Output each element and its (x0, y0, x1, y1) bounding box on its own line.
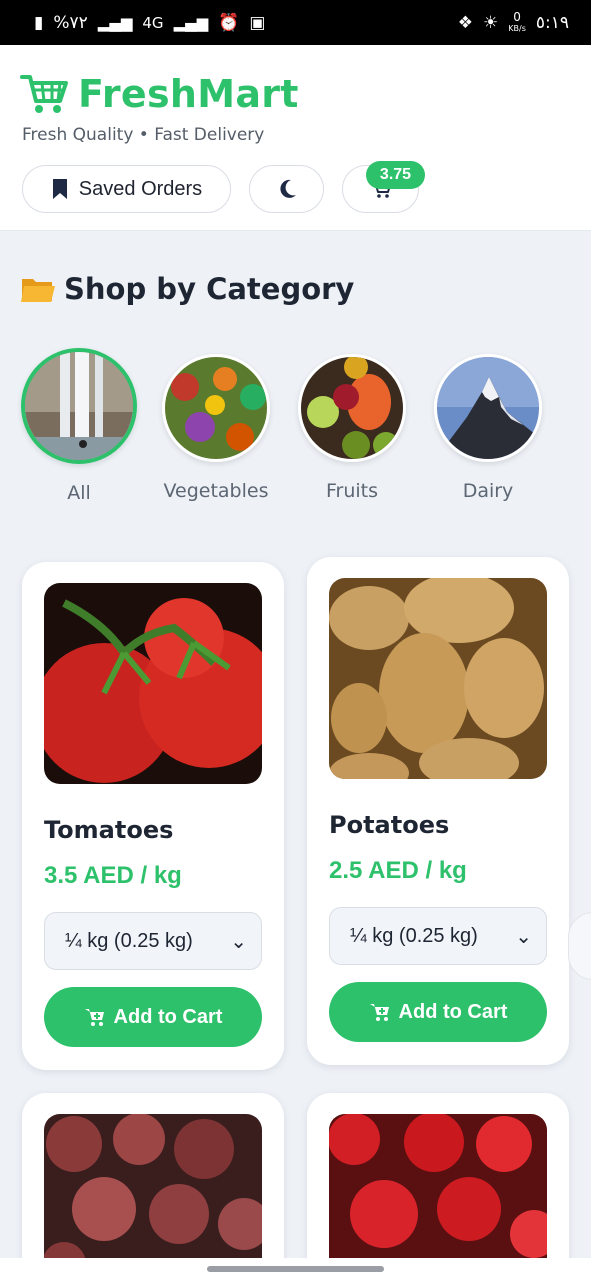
quantity-select[interactable]: ¼ kg (0.25 kg) ⌄ (329, 907, 547, 965)
alarm-icon: ⏰ (218, 12, 240, 33)
product-card-apples (307, 1093, 569, 1274)
saved-orders-label: Saved Orders (78, 177, 203, 200)
product-card-tomatoes: Tomatoes 3.5 AED / kg ¼ kg (0.25 kg) ⌄ A… (22, 562, 284, 1070)
product-name: Potatoes (329, 811, 450, 839)
product-image (329, 1114, 547, 1274)
quantity-select[interactable]: ¼ kg (0.25 kg) ⌄ (44, 912, 262, 970)
bookmark-icon (52, 179, 67, 199)
dark-mode-toggle[interactable] (249, 165, 324, 213)
product-image (44, 583, 262, 784)
cart-total-badge: 3.75 (366, 161, 425, 189)
category-dairy[interactable]: Dairy (418, 346, 558, 502)
app-header: FreshMart Fresh Quality • Fast Delivery … (0, 45, 591, 231)
notification-icon: ▣ (249, 12, 266, 33)
brightness-icon: ☀ (483, 12, 499, 33)
fruits-image (301, 357, 403, 459)
apples-image (329, 1114, 547, 1274)
status-bar: ▮ %٧٢ ▂▄▆ 4G ▂▄▆ ⏰ ▣ ❖ ☀ 0 KB/s ٥:١٩ (0, 0, 591, 45)
signal-icon-2: ▂▄▆ (173, 13, 209, 32)
speed-unit: KB/s (508, 23, 526, 33)
category-list: All Vegetables Fruits Dairy (0, 346, 591, 516)
network-type: 4G (142, 13, 164, 32)
category-all[interactable]: All (9, 346, 149, 504)
status-left: ▮ %٧٢ ▂▄▆ 4G ▂▄▆ ⏰ ▣ (34, 13, 265, 33)
vegetables-image (165, 357, 267, 459)
category-image (434, 354, 542, 462)
chevron-down-icon: ⌄ (230, 930, 247, 953)
add-to-cart-button[interactable]: Add to Cart (329, 982, 547, 1042)
chevron-down-icon: ⌄ (515, 925, 532, 948)
product-image (44, 1114, 262, 1274)
home-indicator[interactable] (207, 1266, 384, 1272)
potatoes-image (329, 578, 547, 779)
section-title-text: Shop by Category (64, 272, 355, 306)
moon-icon (279, 179, 296, 198)
category-fruits[interactable]: Fruits (282, 346, 422, 502)
product-image (329, 578, 547, 779)
category-image (298, 354, 406, 462)
tagline: Fresh Quality • Fast Delivery (22, 125, 265, 145)
add-to-cart-button[interactable]: Add to Cart (44, 987, 262, 1047)
shopping-cart-icon (20, 75, 68, 113)
add-to-cart-label: Add to Cart (113, 1005, 223, 1028)
mountain-image (437, 357, 539, 459)
brand: FreshMart (20, 71, 299, 117)
cart-plus-icon (84, 1009, 104, 1026)
category-vegetables[interactable]: Vegetables (146, 346, 286, 502)
app-icon: ❖ (457, 12, 474, 33)
category-label: Vegetables (163, 480, 269, 502)
status-right: ❖ ☀ 0 KB/s ٥:١٩ (457, 9, 569, 34)
system-nav-bar (0, 1258, 591, 1280)
waterfall-image (25, 352, 133, 460)
signal-icon: ▂▄▆ (97, 13, 133, 32)
add-to-cart-label: Add to Cart (398, 1000, 508, 1023)
section-title: Shop by Category (20, 272, 354, 306)
category-label: Dairy (462, 480, 514, 502)
product-card-potatoes: Potatoes 2.5 AED / kg ¼ kg (0.25 kg) ⌄ A… (307, 557, 569, 1065)
category-label: All (67, 482, 91, 504)
cart-plus-icon (369, 1004, 389, 1021)
data-speed: 0 KB/s (508, 9, 526, 34)
folder-icon (21, 279, 55, 302)
saved-orders-button[interactable]: Saved Orders (22, 165, 231, 213)
category-image (162, 354, 270, 462)
onions-image (44, 1114, 262, 1274)
product-card-onions (22, 1093, 284, 1274)
speed-value: 0 (513, 9, 521, 24)
product-price: 2.5 AED / kg (329, 857, 467, 884)
category-label: Fruits (325, 480, 379, 502)
product-name: Tomatoes (44, 816, 174, 844)
category-image (21, 348, 137, 464)
brand-name: FreshMart (78, 72, 299, 116)
product-price: 3.5 AED / kg (44, 862, 182, 889)
quantity-value: ¼ kg (0.25 kg) (350, 924, 478, 947)
clock: ٥:١٩ (535, 12, 569, 33)
quantity-value: ¼ kg (0.25 kg) (65, 929, 193, 952)
battery-percent: %٧٢ (53, 12, 88, 33)
tomatoes-image (44, 583, 262, 784)
scroll-handle[interactable] (568, 912, 591, 980)
battery-icon: ▮ (34, 12, 44, 33)
